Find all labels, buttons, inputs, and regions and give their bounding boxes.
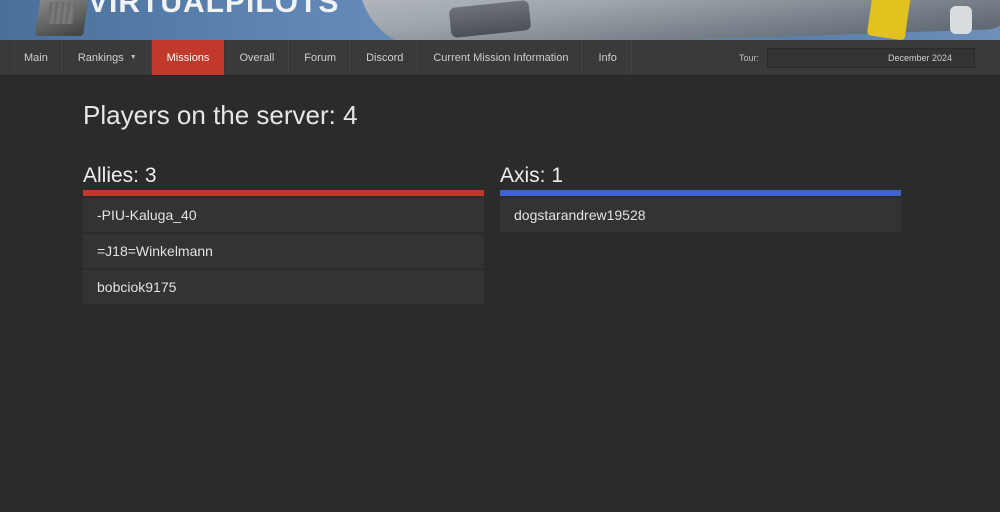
tour-selected-value: December 2024 <box>887 53 952 63</box>
banner-plane-wheel <box>950 6 972 34</box>
nav-item-info[interactable]: Info <box>583 40 632 75</box>
nav-item-label: Missions <box>166 51 210 64</box>
nav-item-label: Rankings <box>77 51 124 64</box>
banner-artwork <box>35 0 89 36</box>
main-navbar: Main Rankings ▼ Missions Overall Forum Di… <box>0 40 1000 76</box>
allies-player-list: -PIU-Kaluga_40 =J18=Winkelmann bobciok91… <box>83 198 484 304</box>
nav-item-overall[interactable]: Overall <box>224 40 290 75</box>
axis-heading: Axis: 1 <box>500 164 564 187</box>
nav-item-forum[interactable]: Forum <box>289 40 352 75</box>
tour-label: Tour: <box>738 53 759 63</box>
nav-item-label: Forum <box>304 51 337 64</box>
nav-item-label: Current Mission Information <box>433 51 569 64</box>
nav-item-label: Main <box>24 51 48 64</box>
banner-plane-yellow-band <box>866 0 912 40</box>
nav-item-main[interactable]: Main <box>9 40 63 75</box>
allies-color-bar <box>83 190 484 196</box>
axis-player-list: dogstarandrew19528 <box>500 198 901 232</box>
site-logo[interactable]: VIRTUALPILOTS <box>88 0 339 20</box>
nav-item-label: Discord <box>366 51 404 64</box>
tour-select[interactable]: December 2024 <box>767 48 975 68</box>
player-row[interactable]: -PIU-Kaluga_40 <box>83 198 484 232</box>
axis-color-bar <box>500 190 901 196</box>
site-banner: VIRTUALPILOTS <box>0 0 1000 40</box>
allies-heading: Allies: 3 <box>83 164 157 187</box>
caret-down-icon: ▼ <box>129 54 137 61</box>
nav-item-label: Overall <box>239 51 275 64</box>
nav-item-label: Info <box>598 51 617 64</box>
axis-panel: Axis: 1 dogstarandrew19528 <box>500 164 901 232</box>
nav-menu: Main Rankings ▼ Missions Overall Forum Di… <box>0 40 632 75</box>
allies-panel: Allies: 3 -PIU-Kaluga_40 =J18=Winkelmann… <box>83 164 484 304</box>
nav-item-missions[interactable]: Missions <box>151 40 225 75</box>
nav-item-rankings[interactable]: Rankings ▼ <box>62 40 152 75</box>
page-title: Players on the server: 4 <box>83 100 358 130</box>
player-row[interactable]: =J18=Winkelmann <box>83 234 484 268</box>
tour-selector: Tour: December 2024 <box>739 40 975 76</box>
nav-item-current-mission-information[interactable]: Current Mission Information <box>418 40 584 75</box>
player-row[interactable]: dogstarandrew19528 <box>500 198 901 232</box>
player-row[interactable]: bobciok9175 <box>83 270 484 304</box>
nav-item-discord[interactable]: Discord <box>351 40 419 75</box>
